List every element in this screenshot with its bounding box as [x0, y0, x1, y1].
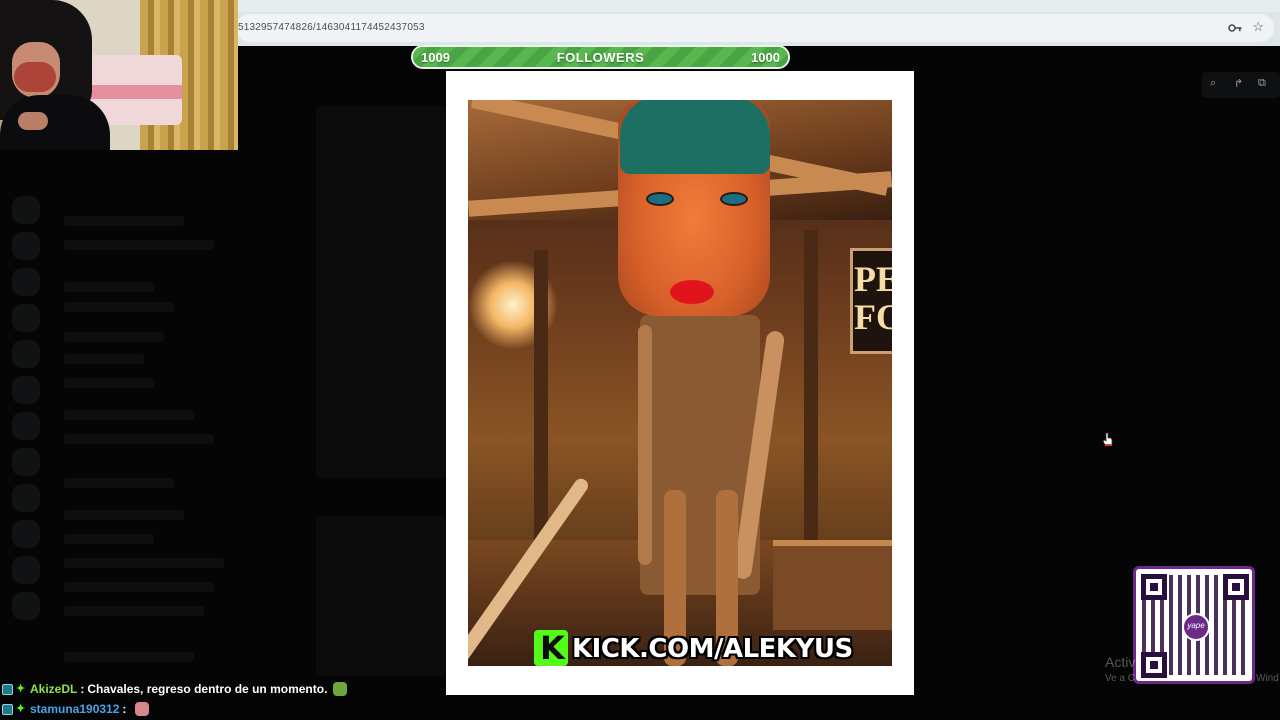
image-viewer-toolbar: ⌕ ↱ ⧉ [1202, 72, 1280, 98]
followers-label: FOLLOWERS [556, 50, 645, 65]
url-text: 5132957474826/1463041174452437053 [238, 22, 425, 33]
share-icon[interactable]: ↱ [1234, 77, 1243, 90]
chat-username: stamuna190312 [30, 702, 120, 716]
kick-channel-url: KICK.COM/ALEKYUS [572, 634, 853, 664]
chat-username: AkizeDL [30, 682, 78, 696]
server-rail [0, 196, 52, 716]
moderator-badge-icon [2, 703, 13, 715]
followers-goal: 1000 [751, 50, 780, 65]
chat-message: ✦ AkizeDL : Chavales, regreso dentro de … [2, 680, 348, 698]
followers-goal-bar: FOLLOWERS 1009 1000 [411, 45, 790, 69]
meme-artwork: PE FO K KICK.COM/ALEKYUS [468, 100, 892, 666]
stream-chat: ✦ AkizeDL : Chavales, regreso dentro de … [2, 680, 422, 720]
star-icon[interactable]: ☆ [1252, 19, 1264, 35]
followers-current: 1009 [421, 50, 450, 65]
windows-activate-title: Activ [1105, 654, 1136, 670]
stream-frame: 5132957474826/1463041174452437053 ☆ ⌕ ↱ … [0, 0, 1280, 720]
webcam-overlay [0, 0, 238, 150]
sparkle-badge-icon: ✦ [16, 682, 26, 695]
emote-icon [135, 702, 150, 716]
open-external-icon[interactable]: ⧉ [1258, 77, 1266, 90]
yape-qr-code: yape [1133, 566, 1255, 684]
kick-logo-letter: K [540, 629, 565, 666]
channel-list [56, 196, 256, 716]
windows-activate-subtitle: Ve a C [1105, 673, 1136, 684]
chat-text: Chavales, regreso dentro de un momento. [87, 682, 328, 696]
windows-activate-subtitle-right: Wind [1256, 673, 1279, 684]
emote-icon [333, 682, 348, 696]
sign-text: PE FO [854, 259, 892, 337]
address-bar[interactable]: 5132957474826/1463041174452437053 ☆ [236, 14, 1274, 42]
chat-message: ✦ stamuna190312 : [2, 700, 150, 718]
hand-cursor-icon [1102, 432, 1113, 446]
zoom-icon[interactable]: ⌕ [1210, 77, 1216, 90]
yape-logo-text: yape [1187, 621, 1205, 630]
moderator-badge-icon [2, 683, 13, 695]
key-icon[interactable] [1228, 21, 1242, 35]
sparkle-badge-icon: ✦ [16, 702, 26, 715]
